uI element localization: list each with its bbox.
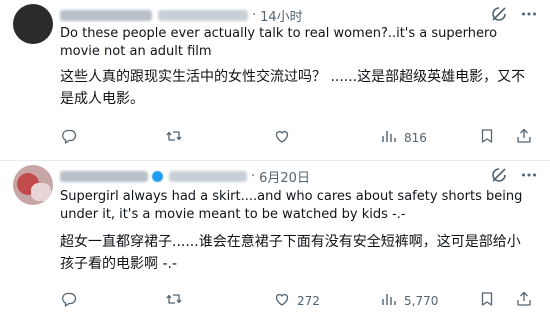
heart-icon bbox=[273, 290, 291, 311]
author-name-blurred[interactable] bbox=[60, 170, 148, 182]
retweet-icon bbox=[165, 127, 183, 148]
timestamp[interactable]: 6月20日 bbox=[259, 167, 310, 186]
verified-badge-icon bbox=[152, 170, 163, 182]
like-button[interactable]: 272 bbox=[273, 290, 320, 311]
author-name-blurred[interactable] bbox=[60, 9, 152, 21]
like-count: 272 bbox=[297, 293, 320, 308]
tweet-header: · 14小时 bbox=[60, 6, 303, 25]
share-button[interactable] bbox=[515, 127, 533, 148]
bookmark-button[interactable] bbox=[478, 290, 496, 311]
tweet-top-actions bbox=[490, 5, 538, 23]
reply-button[interactable] bbox=[60, 127, 84, 148]
bookmark-button[interactable] bbox=[478, 127, 496, 148]
separator-dot: · bbox=[251, 168, 256, 184]
views-count: 5,770 bbox=[404, 293, 439, 308]
tweet-actions: 816 bbox=[60, 127, 538, 147]
bookmark-icon bbox=[478, 127, 496, 148]
grok-icon[interactable] bbox=[490, 5, 508, 23]
retweet-button[interactable] bbox=[165, 127, 189, 148]
reply-icon bbox=[60, 127, 78, 148]
tweet-2[interactable]: · 6月20日 Supergirl always had a skirt....… bbox=[0, 161, 550, 316]
more-icon[interactable] bbox=[520, 166, 538, 184]
views-count: 816 bbox=[404, 130, 427, 145]
tweet-header: · 6月20日 bbox=[60, 167, 310, 186]
views-button[interactable]: 816 bbox=[380, 127, 427, 148]
tweet-text-chinese: 超女一直都穿裙子......谁会在意裙子下面有没有安全短裤啊，这可是部给小孩子看… bbox=[60, 234, 521, 272]
views-button[interactable]: 5,770 bbox=[380, 290, 438, 311]
author-handle-blurred[interactable] bbox=[169, 170, 247, 182]
share-icon bbox=[515, 290, 533, 311]
timestamp[interactable]: 14小时 bbox=[260, 6, 303, 25]
tweet-actions: 272 5,770 bbox=[60, 290, 538, 310]
avatar-blob bbox=[31, 183, 51, 201]
heart-icon bbox=[273, 127, 291, 148]
tweet-top-actions bbox=[490, 166, 538, 184]
tweet-text-chinese: 这些人真的跟现实生活中的女性交流过吗？ ......这是部超级英雄电影，又不是成… bbox=[60, 69, 526, 107]
tweet-1[interactable]: · 14小时 Do these people ever actually tal… bbox=[0, 0, 550, 160]
tweet-text-english: Do these people ever actually talk to re… bbox=[60, 26, 498, 59]
bookmark-icon bbox=[478, 290, 496, 311]
views-icon bbox=[380, 290, 398, 311]
avatar[interactable] bbox=[13, 4, 53, 44]
grok-icon[interactable] bbox=[490, 166, 508, 184]
views-icon bbox=[380, 127, 398, 148]
reply-icon bbox=[60, 290, 78, 311]
retweet-button[interactable] bbox=[165, 290, 189, 311]
share-icon bbox=[515, 127, 533, 148]
retweet-icon bbox=[165, 290, 183, 311]
share-button[interactable] bbox=[515, 290, 533, 311]
reply-button[interactable] bbox=[60, 290, 84, 311]
author-handle-blurred[interactable] bbox=[158, 9, 248, 21]
avatar[interactable] bbox=[13, 165, 53, 205]
tweet-text-english: Supergirl always had a skirt....and who … bbox=[60, 189, 523, 222]
like-button[interactable] bbox=[273, 127, 297, 148]
separator-dot: · bbox=[252, 7, 257, 23]
more-icon[interactable] bbox=[520, 5, 538, 23]
